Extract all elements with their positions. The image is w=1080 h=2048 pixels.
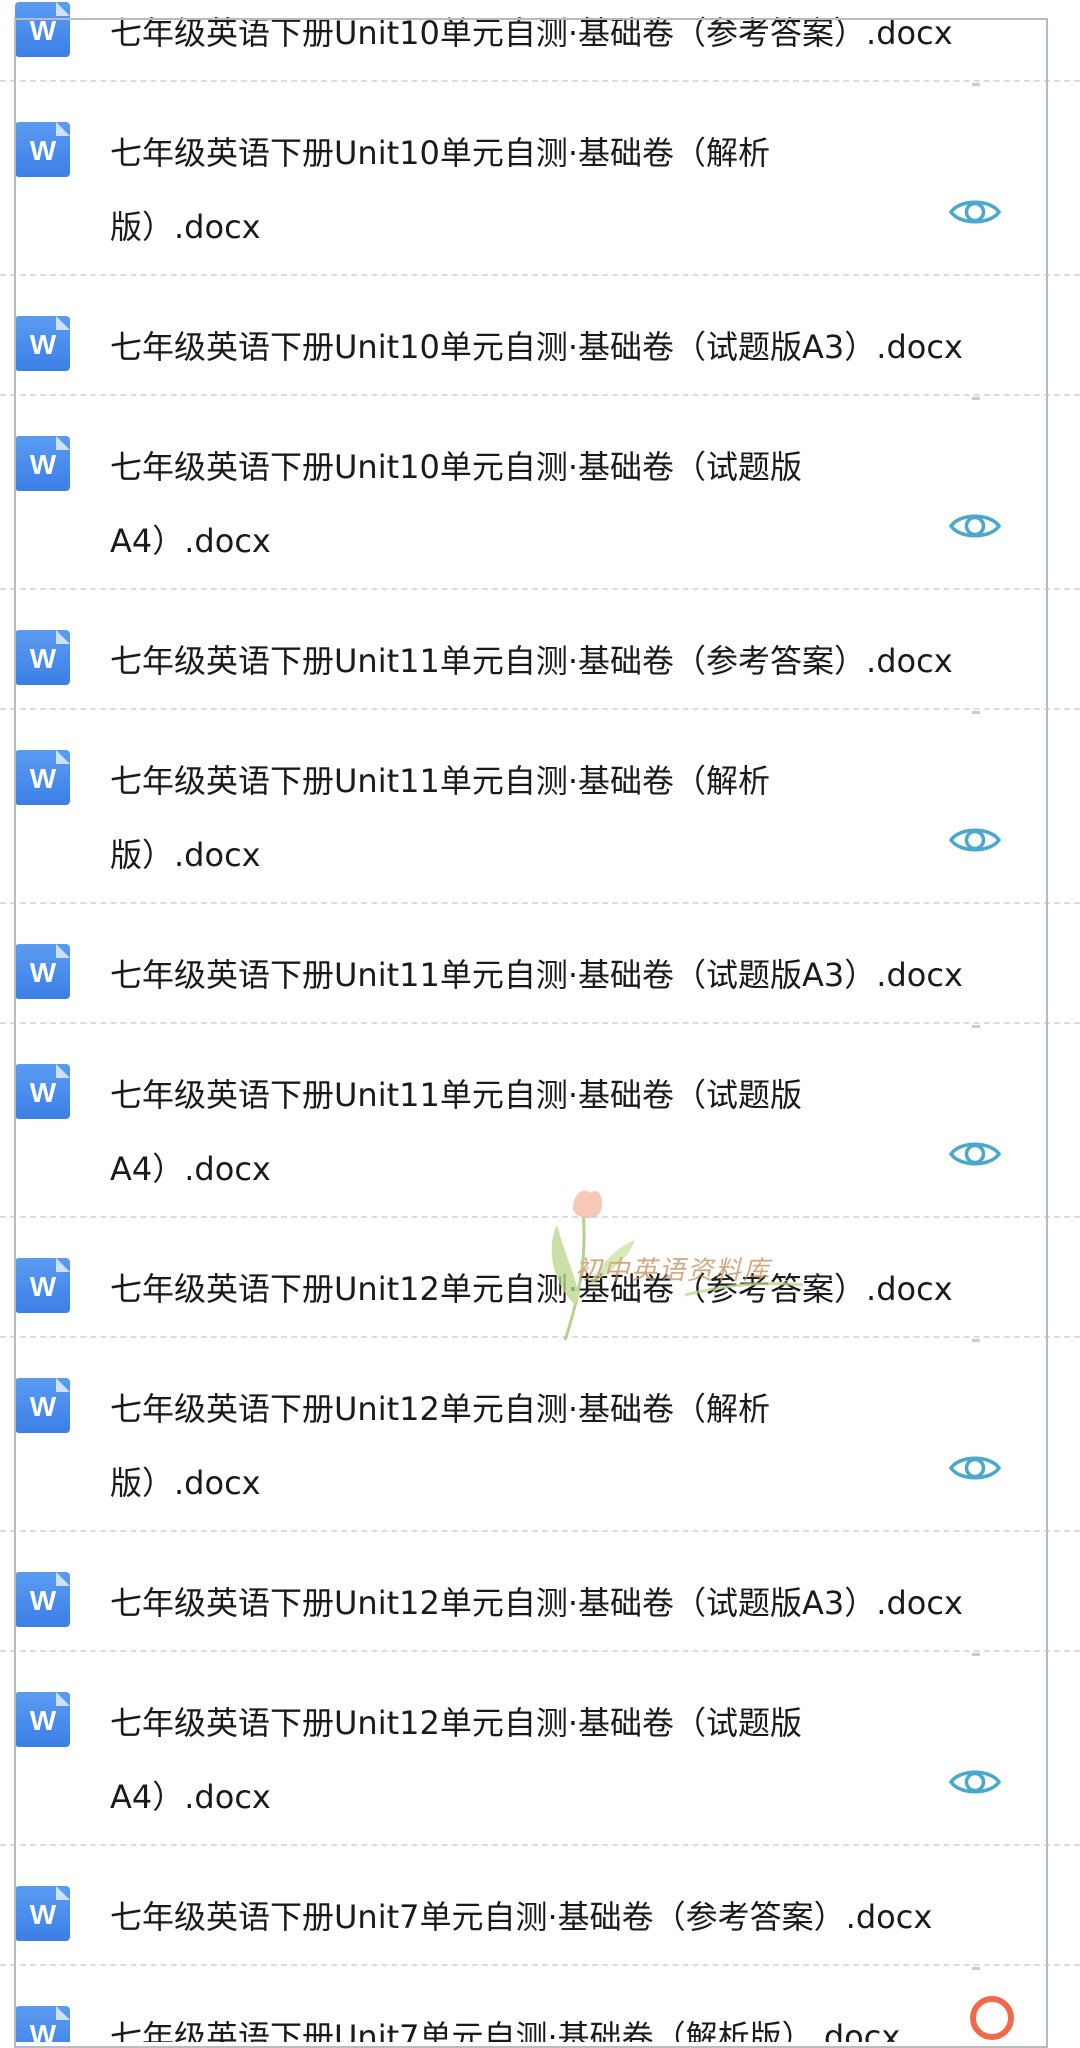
word-doc-icon: W: [15, 436, 70, 491]
svg-text:W: W: [29, 1586, 56, 1614]
eye-icon[interactable]: [948, 1136, 1002, 1172]
floating-action-ring[interactable]: [970, 1996, 1014, 2040]
word-doc-icon: W: [15, 316, 70, 371]
eye-icon[interactable]: [948, 508, 1002, 544]
svg-text:W: W: [29, 2020, 56, 2043]
word-doc-icon: W: [15, 1064, 70, 1119]
word-doc-icon: W: [15, 1886, 70, 1941]
file-list-item[interactable]: W 七年级英语下册Unit11单元自测·基础卷（试题版A3）.docx: [0, 904, 1080, 1028]
file-name: 七年级英语下册Unit11单元自测·基础卷（试题版A3）.docx: [110, 956, 963, 994]
file-list-item[interactable]: W 七年级英语下册Unit12单元自测·基础卷（参考答案）.docx: [0, 1218, 1080, 1342]
svg-text:W: W: [29, 16, 56, 44]
file-list-item[interactable]: W 七年级英语下册Unit10单元自测·基础卷（解析 版）.docx: [0, 82, 1080, 276]
file-list-item[interactable]: W 七年级英语下册Unit10单元自测·基础卷（参考答案）.docx: [0, 0, 1080, 86]
svg-text:W: W: [29, 330, 56, 358]
svg-text:W: W: [29, 450, 56, 478]
word-doc-icon: W: [15, 944, 70, 999]
word-doc-icon: W: [15, 2006, 70, 2042]
file-name: 七年级英语下册Unit7单元自测·基础卷（参考答案）.docx: [110, 1898, 933, 1936]
file-name: 七年级英语下册Unit10单元自测·基础卷（解析 版）.docx: [110, 134, 771, 246]
eye-icon[interactable]: [948, 1764, 1002, 1800]
file-name: 七年级英语下册Unit11单元自测·基础卷（解析 版）.docx: [110, 762, 771, 874]
file-list-item[interactable]: W 七年级英语下册Unit10单元自测·基础卷（试题版 A4）.docx: [0, 396, 1080, 590]
word-doc-icon: W: [15, 122, 70, 177]
file-list-scroll-area[interactable]: W 七年级英语下册Unit10单元自测·基础卷（参考答案）.docx W 七年级英语下…: [0, 0, 1080, 2042]
eye-icon[interactable]: [948, 822, 1002, 858]
file-name: 七年级英语下册Unit12单元自测·基础卷（试题版 A4）.docx: [110, 1704, 803, 1816]
file-name: 七年级英语下册Unit7单元自测·基础卷（解析版）.docx: [110, 2018, 901, 2042]
file-list-item[interactable]: W 七年级英语下册Unit12单元自测·基础卷（解析 版）.docx: [0, 1338, 1080, 1532]
svg-text:W: W: [29, 1706, 56, 1734]
eye-icon[interactable]: [948, 194, 1002, 230]
file-name: 七年级英语下册Unit10单元自测·基础卷（参考答案）.docx: [110, 14, 953, 52]
file-name: 七年级英语下册Unit10单元自测·基础卷（试题版A3）.docx: [110, 328, 963, 366]
file-name: 七年级英语下册Unit12单元自测·基础卷（解析 版）.docx: [110, 1390, 771, 1502]
svg-text:W: W: [29, 1272, 56, 1300]
file-list-item[interactable]: W 七年级英语下册Unit10单元自测·基础卷（试题版A3）.docx: [0, 276, 1080, 400]
file-name: 七年级英语下册Unit10单元自测·基础卷（试题版 A4）.docx: [110, 448, 803, 560]
word-doc-icon: W: [15, 630, 70, 685]
file-name: 七年级英语下册Unit11单元自测·基础卷（参考答案）.docx: [110, 642, 953, 680]
svg-text:W: W: [29, 136, 56, 164]
file-list: W 七年级英语下册Unit10单元自测·基础卷（参考答案）.docx W 七年级英语下…: [0, 0, 1080, 2042]
word-doc-icon: W: [15, 750, 70, 805]
file-list-item[interactable]: W 七年级英语下册Unit11单元自测·基础卷（试题版 A4）.docx: [0, 1024, 1080, 1218]
word-doc-icon: W: [15, 1258, 70, 1313]
file-name: 七年级英语下册Unit12单元自测·基础卷（参考答案）.docx: [110, 1270, 953, 1308]
word-doc-icon: W: [15, 1692, 70, 1747]
svg-text:W: W: [29, 644, 56, 672]
file-list-item[interactable]: W 七年级英语下册Unit11单元自测·基础卷（解析 版）.docx: [0, 710, 1080, 904]
eye-icon[interactable]: [948, 1450, 1002, 1486]
svg-text:W: W: [29, 958, 56, 986]
file-name: 七年级英语下册Unit12单元自测·基础卷（试题版A3）.docx: [110, 1584, 963, 1622]
file-list-item[interactable]: W 七年级英语下册Unit12单元自测·基础卷（试题版 A4）.docx: [0, 1652, 1080, 1846]
file-list-item[interactable]: W 七年级英语下册Unit7单元自测·基础卷（解析版）.docx: [0, 1966, 1080, 2042]
svg-text:W: W: [29, 764, 56, 792]
file-list-item[interactable]: W 七年级英语下册Unit12单元自测·基础卷（试题版A3）.docx: [0, 1532, 1080, 1656]
word-doc-icon: W: [15, 1378, 70, 1433]
file-name: 七年级英语下册Unit11单元自测·基础卷（试题版 A4）.docx: [110, 1076, 803, 1188]
svg-text:W: W: [29, 1900, 56, 1928]
word-doc-icon: W: [15, 1572, 70, 1627]
file-list-item[interactable]: W 七年级英语下册Unit7单元自测·基础卷（参考答案）.docx: [0, 1846, 1080, 1970]
file-list-item[interactable]: W 七年级英语下册Unit11单元自测·基础卷（参考答案）.docx: [0, 590, 1080, 714]
svg-text:W: W: [29, 1392, 56, 1420]
word-doc-icon: W: [15, 2, 70, 57]
svg-text:W: W: [29, 1078, 56, 1106]
